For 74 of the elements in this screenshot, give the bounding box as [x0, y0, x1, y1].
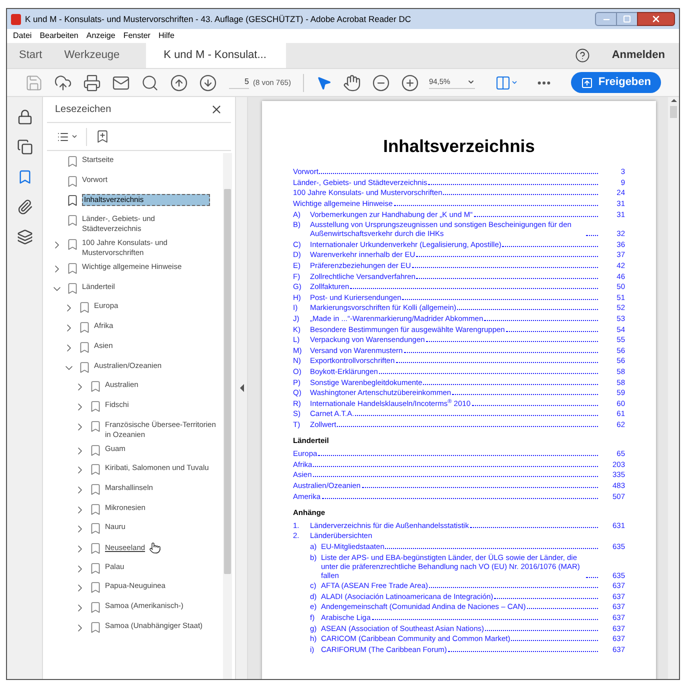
- new-bookmark-icon[interactable]: [95, 129, 110, 144]
- bookmark-icon: [89, 400, 102, 413]
- tab[interactable]: Werkzeuge: [54, 43, 130, 68]
- bookmark-icon: [89, 601, 102, 614]
- page-fit-button[interactable]: [494, 74, 518, 90]
- app-icon: [11, 14, 21, 24]
- layers-icon[interactable]: [16, 229, 32, 245]
- menu-item[interactable]: Hilfe: [158, 30, 174, 42]
- previous-page-icon[interactable]: [170, 74, 188, 92]
- bookmark-icon: [89, 581, 102, 594]
- hand-cursor-icon: [149, 542, 162, 554]
- hand-tool-icon[interactable]: [342, 74, 361, 92]
- attachment-icon[interactable]: [16, 199, 32, 215]
- bookmark-icon: [89, 482, 102, 496]
- bookmark-icon: [78, 301, 91, 314]
- bookmark-icon: [89, 502, 102, 516]
- pages-icon[interactable]: [16, 139, 32, 155]
- bookmark-icon: [66, 194, 79, 208]
- close-button[interactable]: [637, 12, 675, 26]
- bookmark-icon: [89, 562, 102, 575]
- menu-item[interactable]: Anzeige: [86, 30, 116, 42]
- zoom-in-icon[interactable]: [400, 74, 419, 92]
- bookmarks-icon[interactable]: [16, 169, 32, 185]
- print-icon[interactable]: [83, 74, 101, 92]
- bookmark-icon: [89, 463, 102, 476]
- bookmark-icon: [89, 542, 102, 555]
- bookmark-icon: [66, 262, 79, 276]
- share-icon[interactable]: [581, 76, 594, 88]
- share-button[interactable]: Freigeben: [571, 72, 661, 93]
- sign-in-button[interactable]: Anmelden: [612, 47, 665, 64]
- window-title: K und M - Konsulats- und Mustervorschriften - 43. Auflage (GESCHÜTZT) - Adobe Acrobat Reader DC: [25, 12, 412, 26]
- bookmark-icon: [78, 360, 91, 374]
- dot-leader: [586, 235, 598, 236]
- bookmark-icon: [89, 620, 102, 634]
- close-icon[interactable]: [210, 103, 223, 116]
- bookmark-icon: [78, 340, 91, 354]
- tab[interactable]: K und M - Konsulat...: [146, 43, 286, 68]
- minimize-button[interactable]: [595, 12, 617, 26]
- bookmark-icon: [89, 444, 102, 457]
- caret-icon[interactable]: [510, 79, 518, 86]
- tab[interactable]: Start: [7, 43, 54, 68]
- close-icon[interactable]: [651, 14, 661, 24]
- dot-leader: [586, 576, 598, 578]
- bookmark-icon: [89, 420, 102, 433]
- bookmark-icon: [89, 522, 102, 536]
- bookmark-icon: [78, 321, 91, 334]
- zoom-out-icon[interactable]: [372, 74, 390, 92]
- bookmark-icon: [89, 380, 102, 394]
- caret-icon[interactable]: [466, 78, 475, 86]
- bookmark-icon: [66, 174, 79, 188]
- menu-item[interactable]: Datei: [13, 30, 32, 42]
- page-layout-icon[interactable]: [494, 74, 511, 90]
- next-page-icon[interactable]: [199, 74, 217, 92]
- menu-item[interactable]: Bearbeiten: [40, 30, 78, 42]
- bookmark-icon: [66, 155, 79, 168]
- mail-icon[interactable]: [112, 74, 130, 92]
- panel-scrollbar[interactable]: [223, 153, 232, 679]
- menu-item[interactable]: Fenster: [123, 30, 150, 42]
- help-icon[interactable]: [574, 48, 590, 63]
- document-scrollbar[interactable]: [668, 97, 679, 679]
- dot-leader: [526, 608, 598, 610]
- document-title: Inhaltsverzeichnis: [382, 135, 536, 158]
- panel-title: Lesezeichen: [55, 103, 112, 117]
- bookmark-icon: [66, 238, 79, 252]
- lock-icon[interactable]: [16, 109, 32, 125]
- collapse-panel-icon[interactable]: [240, 384, 244, 392]
- maximize-button[interactable]: [617, 12, 637, 26]
- bookmark-icon: [66, 282, 79, 295]
- cloud-upload-icon[interactable]: [54, 74, 72, 92]
- caret-icon[interactable]: [71, 133, 78, 140]
- bookmark-icon: [66, 214, 79, 228]
- search-icon[interactable]: [141, 74, 159, 92]
- page-number-field[interactable]: 5: [229, 76, 249, 89]
- select-cursor-icon[interactable]: [316, 74, 332, 90]
